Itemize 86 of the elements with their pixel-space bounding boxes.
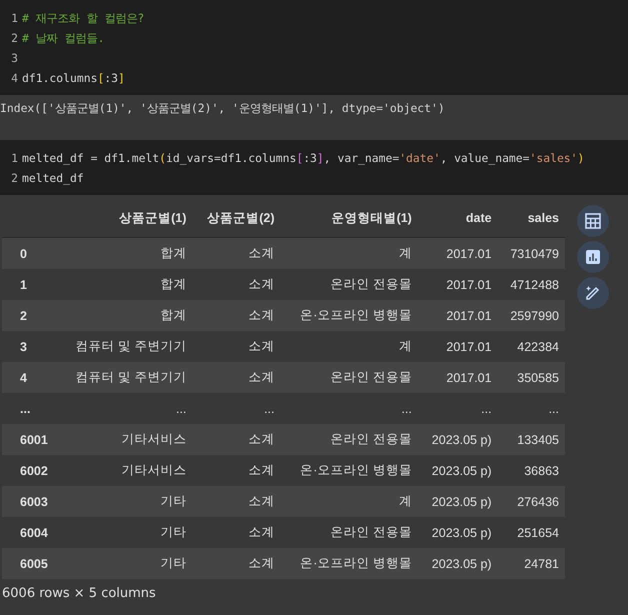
- table-cell: 기타: [56, 486, 192, 517]
- table-cell: ...: [418, 393, 498, 424]
- row-index: 6002: [2, 455, 56, 486]
- table-cell: 2023.05 p): [418, 486, 498, 517]
- line-number: 2: [10, 171, 19, 185]
- chart-button[interactable]: [577, 241, 609, 273]
- code-line: # 날짜 컬럼들.: [22, 30, 104, 46]
- table-cell: 계: [280, 486, 418, 517]
- table-cell: 7310479: [498, 238, 565, 269]
- table-cell: ...: [498, 393, 565, 424]
- code-line: # 재구조화 할 컬럼은?: [22, 10, 144, 26]
- row-index: 3: [2, 331, 56, 362]
- row-index: 6003: [2, 486, 56, 517]
- line-number: 2: [10, 31, 19, 45]
- table-cell: 소계: [192, 517, 280, 548]
- table-cell: 2017.01: [418, 300, 498, 331]
- table-cell: 133405: [498, 424, 565, 455]
- table-summary: 6006 rows × 5 columns: [1, 585, 157, 601]
- table-cell: 소계: [192, 486, 280, 517]
- table-cell: 기타: [56, 548, 192, 579]
- table-cell: 소계: [192, 424, 280, 455]
- row-index: ...: [2, 393, 56, 424]
- table-cell: 기타: [56, 517, 192, 548]
- table-cell: 2017.01: [418, 269, 498, 300]
- table-cell: ...: [192, 393, 280, 424]
- table-cell: 2017.01: [418, 238, 498, 269]
- table-view-button[interactable]: [577, 205, 609, 237]
- row-index: 4: [2, 362, 56, 393]
- table-cell: 소계: [192, 455, 280, 486]
- code-line: melted_df: [22, 171, 84, 185]
- table-cell: 온라인 전용몰: [280, 362, 418, 393]
- row-index: 6001: [2, 424, 56, 455]
- table-cell: 컴퓨터 및 주변기기: [56, 362, 192, 393]
- code-line: melted_df = df1.melt(id_vars=df1.columns[:3], var_name='date', value_name='sales'): [22, 151, 584, 165]
- code-line: df1.columns[:3]: [22, 71, 125, 85]
- table-icon: [583, 211, 603, 231]
- code-cell[interactable]: 1 melted_df = df1.melt(id_vars=df1.columns[:3], var_name='date', value_name='sales') 2 melted_df: [0, 140, 628, 195]
- table-cell: 계: [280, 238, 418, 269]
- table-cell: 합계: [56, 300, 192, 331]
- table-cell: 온·오프라인 병행몰: [280, 548, 418, 579]
- row-index: 6004: [2, 517, 56, 548]
- table-cell: 기타서비스: [56, 455, 192, 486]
- table-cell: 36863: [498, 455, 565, 486]
- line-number: 4: [10, 71, 19, 85]
- row-index: 2: [2, 300, 56, 331]
- line-number: 1: [10, 11, 19, 25]
- table-cell: 2023.05 p): [418, 548, 498, 579]
- table-cell: 온·오프라인 병행몰: [280, 300, 418, 331]
- table-cell: 2023.05 p): [418, 517, 498, 548]
- table-cell: 2023.05 p): [418, 424, 498, 455]
- line-number: 1: [10, 151, 19, 165]
- magic-edit-button[interactable]: [577, 277, 609, 309]
- table-cell: 온라인 전용몰: [280, 269, 418, 300]
- table-cell: 합계: [56, 269, 192, 300]
- table-cell: 컴퓨터 및 주변기기: [56, 331, 192, 362]
- table-cell: 251654: [498, 517, 565, 548]
- table-cell: 소계: [192, 300, 280, 331]
- row-index: 0: [2, 238, 56, 269]
- table-cell: 422384: [498, 331, 565, 362]
- table-cell: 온라인 전용몰: [280, 424, 418, 455]
- table-cell: 24781: [498, 548, 565, 579]
- table-cell: 기타서비스: [56, 424, 192, 455]
- row-index: 1: [2, 269, 56, 300]
- table-cell: 계: [280, 331, 418, 362]
- table-cell: 합계: [56, 238, 192, 269]
- table-cell: 350585: [498, 362, 565, 393]
- line-number: 3: [10, 51, 19, 65]
- table-cell: 2017.01: [418, 362, 498, 393]
- row-index: 6005: [2, 548, 56, 579]
- cell-output: Index(['상품군별(1)', '상품군별(2)', '운영형태별(1)'], dtype='object'): [0, 101, 445, 116]
- table-cell: 2597990: [498, 300, 565, 331]
- table-cell: 소계: [192, 548, 280, 579]
- table-cell: 276436: [498, 486, 565, 517]
- table-cell: ...: [280, 393, 418, 424]
- table-cell: 4712488: [498, 269, 565, 300]
- table-cell: 소계: [192, 331, 280, 362]
- table-cell: ...: [56, 393, 192, 424]
- table-cell: 소계: [192, 238, 280, 269]
- table-cell: 소계: [192, 269, 280, 300]
- table-cell: 2017.01: [418, 331, 498, 362]
- bar-chart-icon: [583, 247, 603, 267]
- table-cell: 소계: [192, 362, 280, 393]
- code-cell[interactable]: 1 # 재구조화 할 컬럼은? 2 # 날짜 컬럼들. 3 4 df1.columns[:3]: [0, 0, 628, 95]
- table-cell: 온라인 전용몰: [280, 517, 418, 548]
- table-cell: 2023.05 p): [418, 455, 498, 486]
- table-cell: 온·오프라인 병행몰: [280, 455, 418, 486]
